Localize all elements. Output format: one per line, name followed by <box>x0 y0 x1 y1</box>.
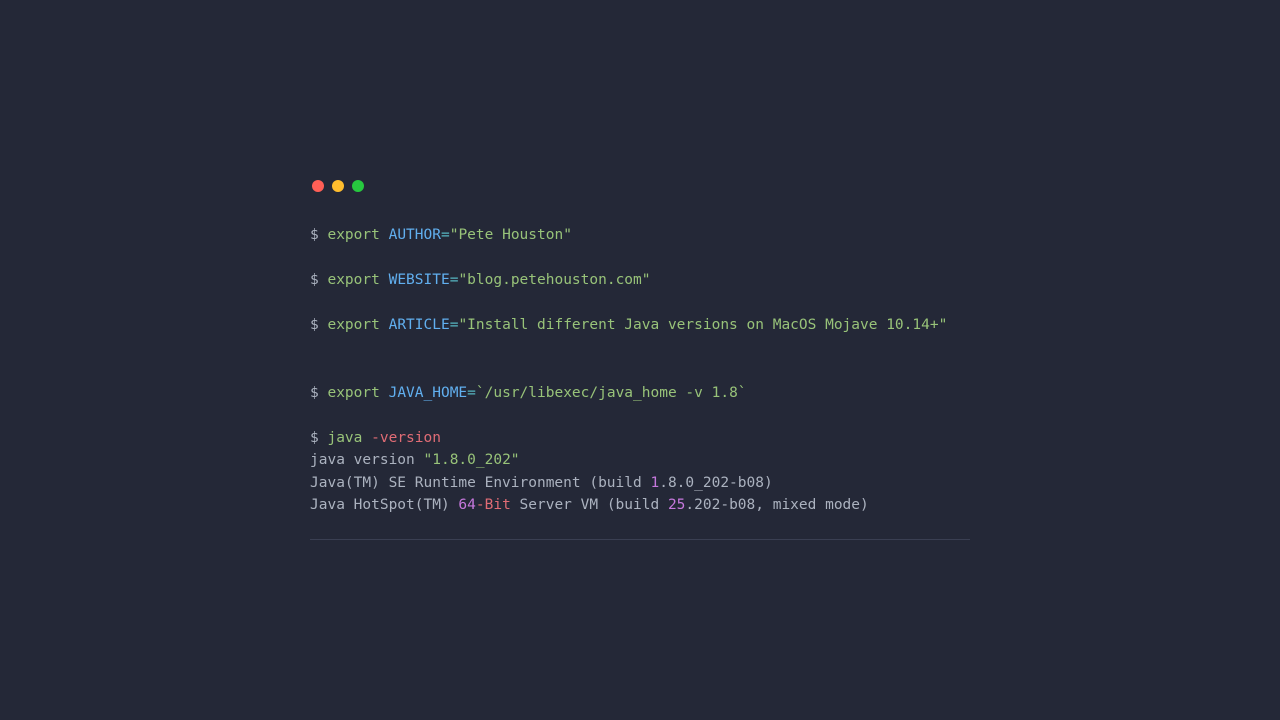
token-plain: 202 <box>694 497 720 513</box>
token-var: WEBSITE <box>389 272 450 288</box>
token-keyword: export <box>327 227 379 243</box>
token-var: ARTICLE <box>389 317 450 333</box>
window-controls <box>310 180 970 192</box>
token-prompt: $ <box>310 385 327 401</box>
token-plain: . <box>659 475 668 491</box>
token-keyword: export <box>327 317 379 333</box>
token-prompt: $ <box>310 317 327 333</box>
token-plain <box>362 430 371 446</box>
code-line <box>310 359 970 382</box>
code-line: Java(TM) SE Runtime Environment (build 1… <box>310 472 970 495</box>
token-op: = <box>467 385 476 401</box>
code-line: $ export WEBSITE="blog.petehouston.com" <box>310 269 970 292</box>
token-plain: -b08, mixed mode) <box>720 497 868 513</box>
token-var: JAVA_HOME <box>389 385 468 401</box>
code-line <box>310 292 970 315</box>
close-icon[interactable] <box>312 180 324 192</box>
token-keyword: export <box>327 385 379 401</box>
token-prompt: $ <box>310 430 327 446</box>
token-num: 25 <box>668 497 685 513</box>
token-plain: .0_202-b08) <box>677 475 773 491</box>
token-plain: Java(TM) SE Runtime Environment (build <box>310 475 650 491</box>
token-keyword: java <box>327 430 362 446</box>
code-line <box>310 404 970 427</box>
code-line: $ export AUTHOR="Pete Houston" <box>310 224 970 247</box>
token-plain: 8 <box>668 475 677 491</box>
terminal-output: $ export AUTHOR="Pete Houston" $ export … <box>310 224 970 517</box>
token-plain: Server VM (build <box>511 497 668 513</box>
token-prompt: $ <box>310 272 327 288</box>
token-str: "1.8.0_202" <box>424 452 520 468</box>
token-arg: -Bit <box>476 497 511 513</box>
token-str: "Install different Java versions on MacO… <box>458 317 947 333</box>
token-num: 64 <box>458 497 475 513</box>
token-plain <box>380 317 389 333</box>
code-line: Java HotSpot(TM) 64-Bit Server VM (build… <box>310 494 970 517</box>
token-var: AUTHOR <box>389 227 441 243</box>
token-plain <box>380 227 389 243</box>
token-plain <box>380 385 389 401</box>
token-str: `/usr/libexec/java_home -v 1.8` <box>476 385 747 401</box>
token-keyword: export <box>327 272 379 288</box>
token-plain: . <box>685 497 694 513</box>
code-line <box>310 247 970 270</box>
code-line: java version "1.8.0_202" <box>310 449 970 472</box>
token-str: "blog.petehouston.com" <box>458 272 650 288</box>
token-str: "Pete Houston" <box>450 227 572 243</box>
token-op: = <box>441 227 450 243</box>
maximize-icon[interactable] <box>352 180 364 192</box>
token-arg: -version <box>371 430 441 446</box>
code-line: $ export ARTICLE="Install different Java… <box>310 314 970 337</box>
token-plain <box>380 272 389 288</box>
code-line: $ java -version <box>310 427 970 450</box>
token-plain: Java HotSpot(TM) <box>310 497 458 513</box>
minimize-icon[interactable] <box>332 180 344 192</box>
code-line: $ export JAVA_HOME=`/usr/libexec/java_ho… <box>310 382 970 405</box>
terminal-window: $ export AUTHOR="Pete Houston" $ export … <box>310 180 970 540</box>
token-num: 1 <box>650 475 659 491</box>
token-prompt: $ <box>310 227 327 243</box>
code-line <box>310 337 970 360</box>
token-plain: java version <box>310 452 424 468</box>
